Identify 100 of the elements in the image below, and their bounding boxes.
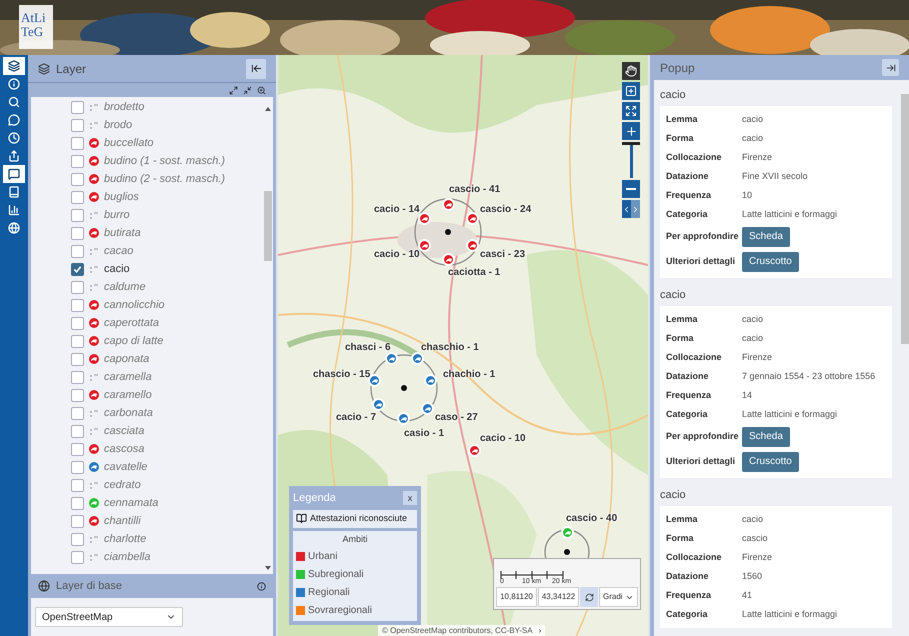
layer-label[interactable]: caperottata (104, 314, 160, 332)
checkbox[interactable] (71, 136, 84, 150)
hand-icon (625, 65, 637, 77)
action-button[interactable]: Cruscotto (742, 452, 799, 472)
pan-button[interactable] (622, 62, 640, 80)
layer-label[interactable]: chantilli (104, 512, 141, 530)
checkbox[interactable] (71, 370, 84, 384)
close-button[interactable]: x (403, 491, 417, 506)
layer-label[interactable]: buglios (104, 188, 139, 206)
checkbox[interactable] (71, 388, 84, 402)
info-icon[interactable] (257, 582, 266, 590)
checkbox[interactable] (71, 190, 84, 204)
refresh-button[interactable] (580, 587, 598, 607)
layers-icon (8, 60, 20, 72)
layer-label[interactable]: brodetto (104, 98, 144, 116)
layer-label[interactable]: carbonata (104, 404, 153, 422)
layer-label[interactable]: charlotte (104, 530, 146, 548)
layer-label[interactable]: brodo (104, 116, 132, 134)
checkbox[interactable] (71, 532, 84, 546)
collapse-button[interactable] (882, 59, 899, 76)
checkbox[interactable] (71, 298, 84, 312)
map-label: chascio - 15 (313, 369, 370, 381)
action-button[interactable]: Scheda (742, 426, 790, 446)
checkbox[interactable] (71, 154, 84, 168)
checkbox[interactable] (71, 514, 84, 528)
layer-label[interactable]: ciambella (104, 548, 150, 566)
layer-label[interactable]: capo di latte (104, 332, 164, 350)
checkbox[interactable] (71, 352, 84, 366)
toolbar-button[interactable] (3, 57, 25, 75)
checkbox[interactable] (71, 442, 84, 456)
action-button[interactable]: Scheda (742, 226, 790, 246)
layer-label[interactable]: cacio (104, 260, 130, 278)
layer-label[interactable]: buccellato (104, 134, 154, 152)
checkbox[interactable] (71, 262, 84, 276)
checkbox[interactable] (71, 280, 84, 294)
field-label: Forma (666, 132, 695, 145)
checkbox[interactable] (71, 244, 84, 258)
field-value: Fine XVII secolo (742, 170, 808, 183)
field-label: Lemma (666, 112, 699, 126)
scrollbar-thumb[interactable] (264, 191, 272, 261)
layer-label[interactable]: caldume (104, 278, 146, 296)
collapse-icon[interactable] (243, 86, 252, 94)
layer-label[interactable]: cennamata (104, 494, 158, 512)
field-value: cascio (742, 532, 768, 545)
checkbox[interactable] (71, 496, 84, 510)
checkbox[interactable] (71, 550, 84, 564)
quote-icon (89, 480, 99, 490)
field-label: Forma (666, 332, 695, 345)
longitude-field[interactable]: 10,81120 (496, 587, 537, 607)
zoom-out-button[interactable] (622, 180, 640, 198)
layer-label[interactable]: cedrato (104, 476, 141, 494)
checkbox[interactable] (71, 424, 84, 438)
checkbox[interactable] (71, 100, 84, 114)
field-value: cacio (742, 332, 764, 345)
checkbox[interactable] (71, 208, 84, 222)
panel-title: Layer (56, 60, 86, 78)
units-select[interactable]: Gradi (599, 587, 638, 607)
layer-label[interactable]: butirata (104, 224, 141, 242)
fullscreen-button[interactable] (622, 102, 640, 120)
layer-label[interactable]: cavatelle (104, 458, 148, 476)
quote-icon (89, 426, 99, 436)
checkbox[interactable] (71, 226, 84, 240)
layer-label[interactable]: casciata (104, 422, 144, 440)
layer-label[interactable]: caponata (104, 350, 150, 368)
expand-icon[interactable] (229, 86, 238, 94)
checkbox[interactable] (71, 334, 84, 348)
layer-label[interactable]: caramello (104, 386, 152, 404)
field-label: Categoria (666, 608, 709, 621)
toolbar-button[interactable] (3, 165, 25, 183)
latitude-field[interactable]: 43,34122 (538, 587, 579, 607)
zoom-in-button[interactable] (622, 122, 640, 140)
collapse-button[interactable] (246, 58, 266, 78)
map-label: cascio - 41 (449, 184, 500, 196)
checkbox[interactable] (71, 478, 84, 492)
layer-label[interactable]: budino (1 - sost. masch.) (104, 152, 226, 170)
layer-label[interactable]: caramella (104, 368, 152, 386)
layer-label[interactable]: cascosa (104, 440, 144, 458)
zoom-slider-thumb[interactable] (622, 142, 640, 145)
checkbox[interactable] (71, 316, 84, 330)
zoom-box-button[interactable] (622, 82, 640, 100)
scroll-up-icon[interactable] (265, 107, 271, 111)
zoom-icon[interactable] (257, 86, 266, 94)
checkbox[interactable] (71, 460, 84, 474)
layer-label[interactable]: burro (104, 206, 130, 224)
layer-label[interactable]: budino (2 - sost. masch.) (104, 170, 226, 188)
field-label: Collocazione (666, 150, 723, 164)
scrollbar-thumb[interactable] (900, 94, 908, 344)
checkbox[interactable] (71, 172, 84, 186)
action-button[interactable]: Cruscotto (742, 252, 799, 272)
scroll-down-icon[interactable] (265, 566, 271, 570)
layer-label[interactable]: cacao (104, 242, 134, 260)
attribution-toggle[interactable]: › (538, 626, 542, 636)
zoom-slider-track[interactable] (630, 142, 632, 178)
back-button[interactable] (622, 200, 631, 218)
book-icon (8, 186, 20, 198)
checkbox[interactable] (71, 118, 84, 132)
checkbox[interactable] (71, 406, 84, 420)
layer-label[interactable]: cannolicchio (104, 296, 165, 314)
base-layer-select[interactable]: OpenStreetMap (35, 607, 183, 627)
field-value: cacio (742, 112, 764, 126)
